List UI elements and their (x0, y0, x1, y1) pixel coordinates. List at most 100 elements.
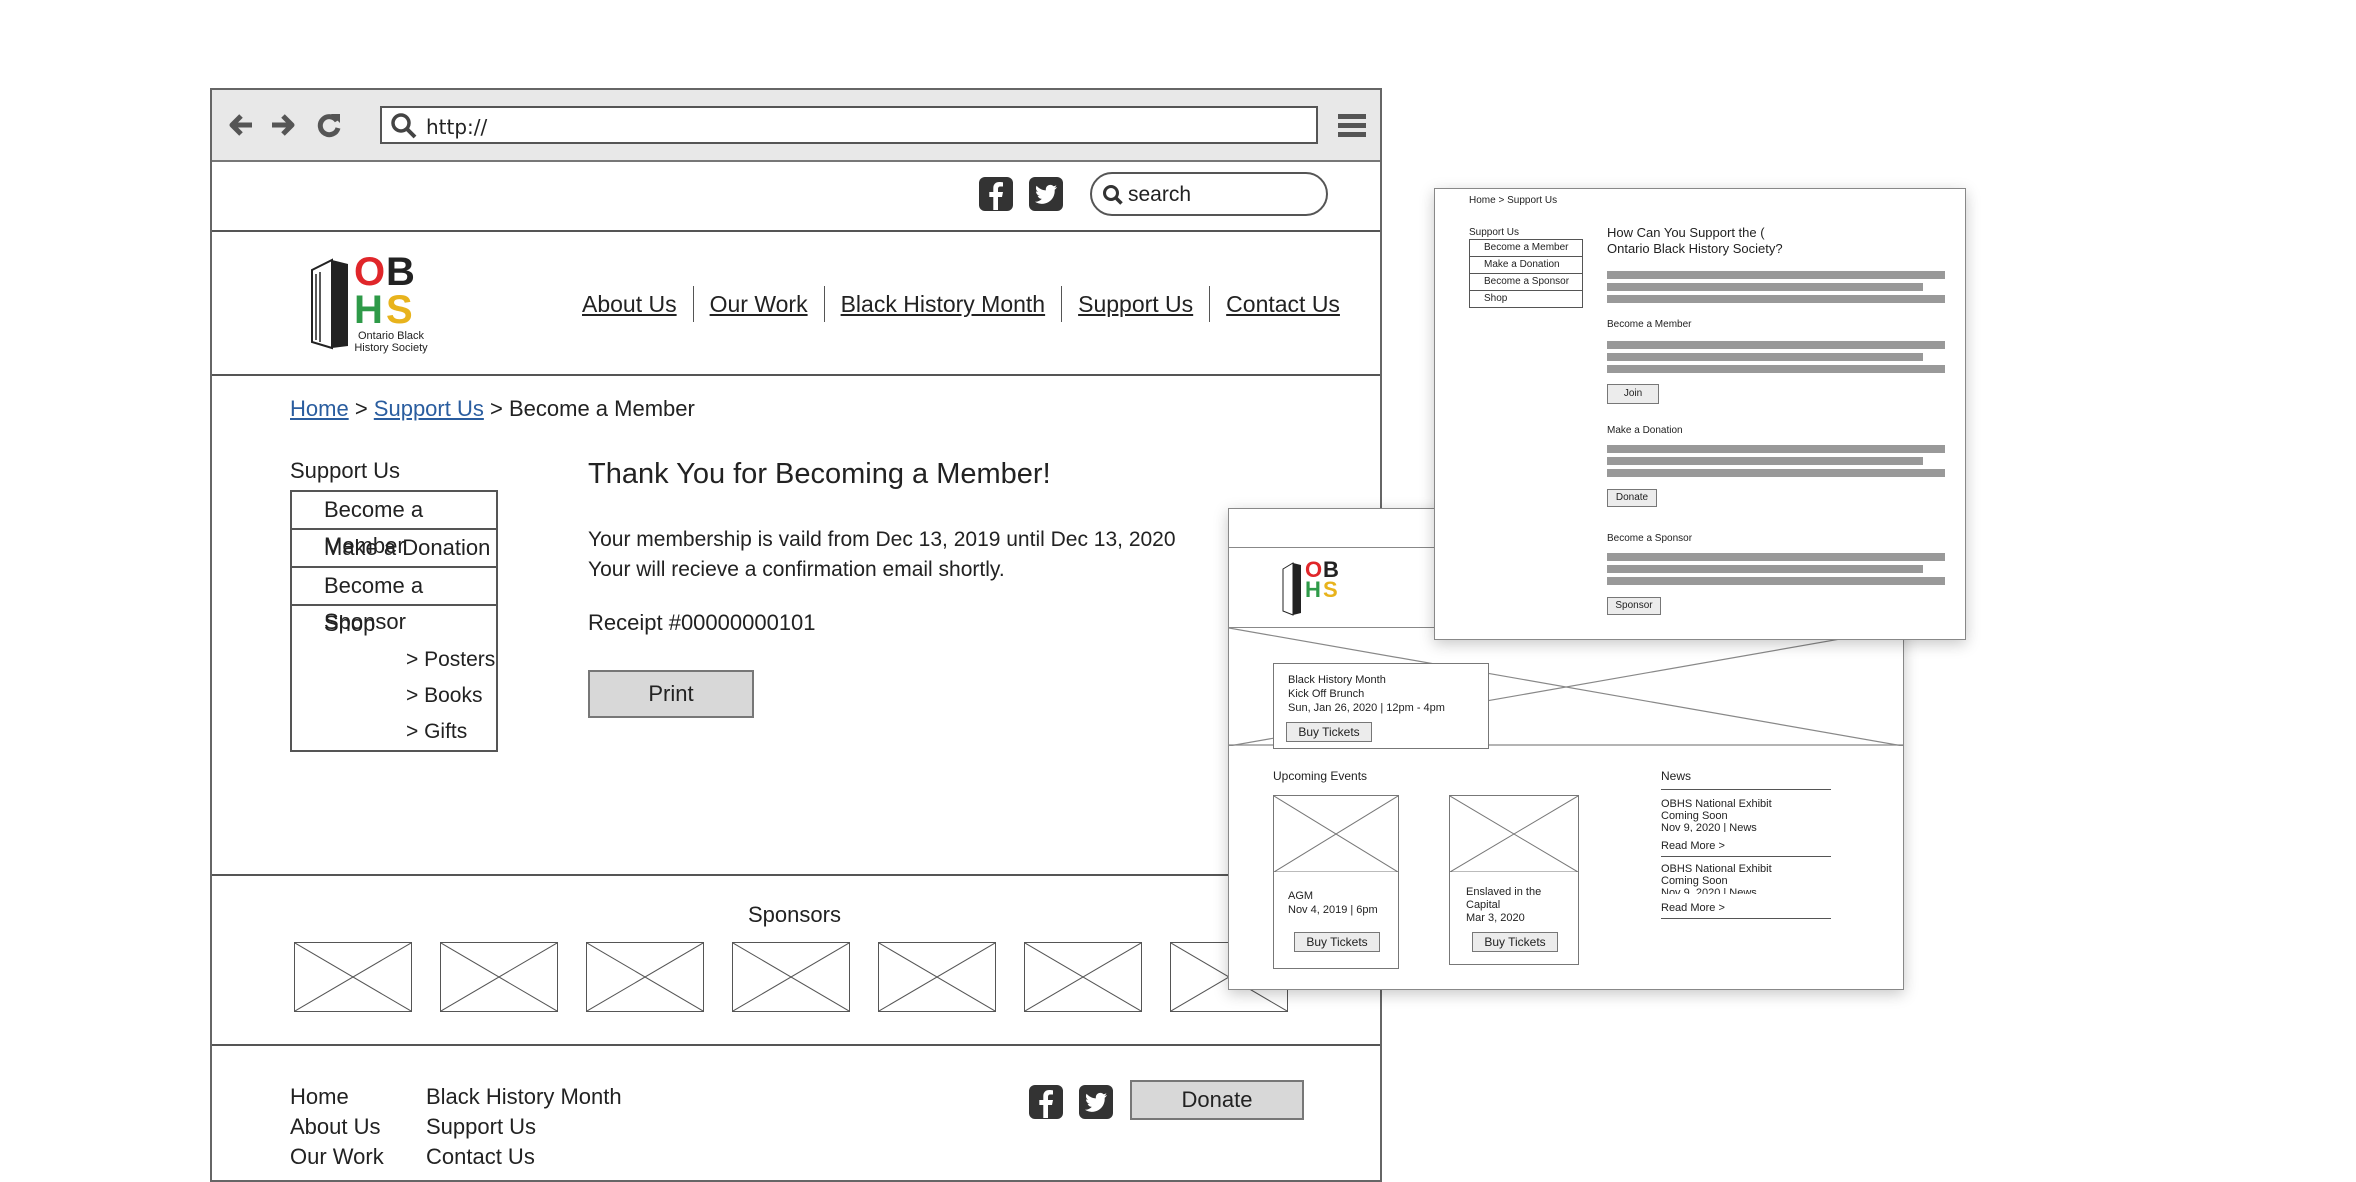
heading-line: How Can You Support the ( (1607, 225, 1765, 240)
featured-event-date: Sun, Jan 26, 2020 | 12pm - 4pm (1288, 702, 1445, 714)
logo-letter-s: S (386, 288, 413, 332)
nav-black-history-month[interactable]: Black History Month (841, 291, 1046, 318)
footer-link-about-us[interactable]: About Us (290, 1112, 384, 1142)
page-heading: How Can You Support the ( Ontario Black … (1607, 225, 1783, 257)
featured-buy-tickets-button[interactable]: Buy Tickets (1286, 722, 1372, 742)
donate-button[interactable]: Donate (1607, 489, 1657, 507)
sidebar-title: Support Us (1469, 227, 1520, 238)
sponsor-logo-placeholder (294, 942, 412, 1012)
footer-link-support-us[interactable]: Support Us (426, 1112, 622, 1142)
event-card: Enslaved in the Capital Mar 3, 2020 Buy … (1449, 795, 1579, 965)
nav-divider (823, 286, 825, 322)
join-button[interactable]: Join (1607, 384, 1659, 404)
sidebar-item-make-donation[interactable]: Make a Donation (1470, 257, 1582, 274)
twitter-icon[interactable] (1028, 176, 1064, 212)
logo-letter-s: S (1323, 577, 1338, 602)
featured-event-card: Black History Month Kick Off Brunch Sun,… (1273, 663, 1489, 749)
nav-our-work[interactable]: Our Work (710, 291, 808, 318)
obhs-logo: O B H S (1281, 559, 1351, 619)
footer-link-black-history-month[interactable]: Black History Month (426, 1082, 622, 1112)
back-arrow-icon[interactable] (226, 110, 256, 140)
heading-line: Ontario Black History Society? (1607, 241, 1783, 256)
event-card: AGM Nov 4, 2019 | 6pm Buy Tickets (1273, 795, 1399, 969)
section-title: Become a Sponsor (1607, 533, 1693, 544)
reload-icon[interactable] (314, 110, 344, 140)
section-title: Become a Member (1607, 319, 1692, 330)
footer-link-contact-us[interactable]: Contact Us (426, 1142, 622, 1172)
breadcrumb-separator: > (354, 396, 368, 421)
breadcrumb-home[interactable]: Home (290, 396, 349, 421)
event-image-placeholder (1450, 796, 1578, 872)
obhs-logo[interactable]: O B H S Ontario Black History Society (308, 252, 438, 354)
news-item-date: Nov 9, 2020 | News (1661, 822, 1757, 832)
sidebar-item-make-donation[interactable]: Make a Donation (292, 530, 496, 568)
sponsor-button[interactable]: Sponsor (1607, 597, 1661, 615)
section-title: Make a Donation (1607, 425, 1683, 436)
sponsor-logo-placeholder (878, 942, 996, 1012)
breadcrumb-home[interactable]: Home (1469, 195, 1496, 206)
news-title: News (1661, 769, 1831, 790)
footer-link-our-work[interactable]: Our Work (290, 1142, 384, 1172)
nav-divider (1061, 286, 1063, 322)
news-item-headline: Coming Soon (1661, 810, 1728, 822)
news-item-date: Nov 9, 2020 | News (1661, 887, 1757, 894)
footer-links-col1: Home About Us Our Work (290, 1082, 384, 1172)
logo-letter-o: O (354, 250, 386, 294)
nav-support-us[interactable]: Support Us (1078, 291, 1193, 318)
text-placeholder-bar (1607, 577, 1945, 585)
breadcrumb-support-us[interactable]: Support Us (374, 396, 484, 421)
event-title: AGM (1288, 890, 1314, 902)
nav-divider (692, 286, 694, 322)
sidebar-item-become-member[interactable]: Become a Member (292, 492, 496, 558)
text-placeholder-bar (1607, 565, 1923, 573)
sponsors-title: Sponsors (748, 902, 841, 927)
sidebar-item-shop[interactable]: Shop (1470, 291, 1582, 307)
sidebar-subitem-posters[interactable]: > Posters (292, 642, 496, 678)
text-placeholder-bar (1607, 469, 1945, 477)
sidebar-item-become-member[interactable]: Become a Member (1470, 240, 1582, 257)
read-more-link[interactable]: Read More > (1661, 840, 1725, 852)
membership-validity-text: Your membership is vaild from Dec 13, 20… (588, 528, 1176, 551)
twitter-icon[interactable] (1078, 1084, 1114, 1120)
sidebar-item-become-sponsor[interactable]: Become a Sponsor (1470, 274, 1582, 291)
print-button[interactable]: Print (588, 670, 754, 718)
logo-letter-h: H (1305, 577, 1321, 602)
buy-tickets-button[interactable]: Buy Tickets (1472, 932, 1558, 952)
search-icon (391, 113, 417, 139)
site-search-input[interactable]: search (1090, 172, 1328, 216)
sidebar-subitem-gifts[interactable]: > Gifts (292, 714, 496, 750)
breadcrumb-separator: > (1498, 195, 1505, 206)
text-placeholder-bar (1607, 553, 1945, 561)
sidebar-subitem-books[interactable]: > Books (292, 678, 496, 714)
sponsor-logo-placeholder (586, 942, 704, 1012)
breadcrumb: Home > Support Us > Become a Member (290, 396, 695, 422)
event-image-placeholder (1274, 796, 1398, 872)
browser-window: http:// search O B H S Ontario Black His… (210, 88, 1382, 1182)
breadcrumb-separator: > (489, 396, 503, 421)
buy-tickets-button[interactable]: Buy Tickets (1294, 932, 1380, 952)
donate-button[interactable]: Donate (1130, 1080, 1304, 1120)
facebook-icon[interactable] (1028, 1084, 1064, 1120)
event-date: Mar 3, 2020 (1466, 912, 1525, 924)
sidebar-title: Support Us (290, 458, 401, 483)
menu-icon[interactable] (1336, 110, 1368, 142)
facebook-icon[interactable] (978, 176, 1014, 212)
sidebar-item-become-sponsor[interactable]: Become a Sponsor (292, 568, 496, 634)
footer-link-home[interactable]: Home (290, 1082, 384, 1112)
breadcrumb-current: Support Us (1507, 195, 1558, 206)
search-icon (1103, 185, 1123, 205)
confirmation-text: Your will recieve a confirmation email s… (588, 558, 1005, 581)
text-placeholder-bar (1607, 445, 1945, 453)
nav-contact-us[interactable]: Contact Us (1226, 291, 1340, 318)
forward-arrow-icon[interactable] (268, 110, 298, 140)
news-item-headline: OBHS National Exhibit (1661, 798, 1772, 810)
read-more-link[interactable]: Read More > (1661, 902, 1725, 914)
logo-letter-b: B (386, 250, 415, 294)
featured-event-subtitle: Kick Off Brunch (1288, 688, 1365, 700)
address-bar[interactable]: http:// (380, 106, 1318, 144)
text-placeholder-bar (1607, 457, 1923, 465)
nav-about-us[interactable]: About Us (582, 291, 677, 318)
site-topbar: search (212, 162, 1380, 232)
text-placeholder-bar (1607, 283, 1923, 291)
address-text: http:// (426, 115, 488, 139)
